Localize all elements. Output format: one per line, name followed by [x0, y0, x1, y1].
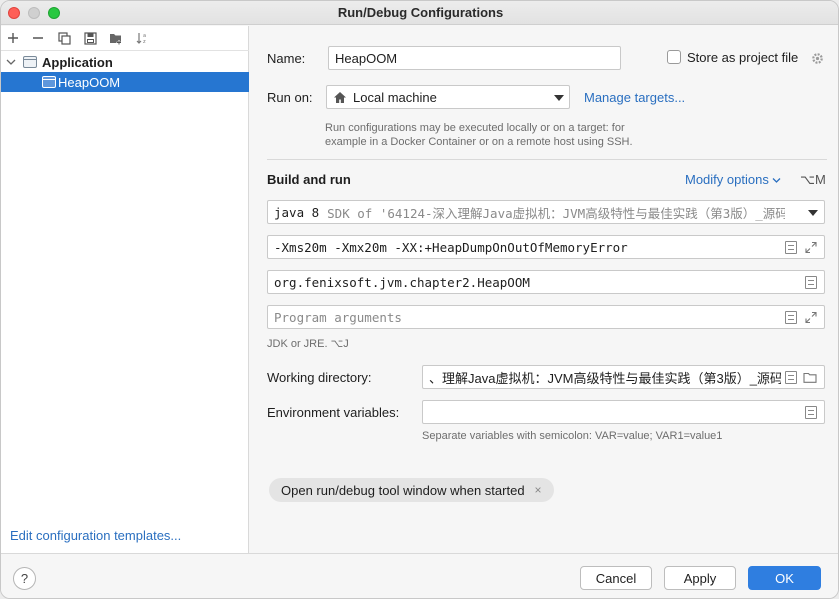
program-arguments-input[interactable]: Program arguments: [267, 305, 825, 329]
tree-node-label: Application: [42, 54, 113, 70]
open-tool-window-option-chip[interactable]: Open run/debug tool window when started …: [269, 478, 554, 502]
document-icon[interactable]: [785, 241, 797, 254]
configuration-form: Name: HeapOOM Store as project file Run …: [250, 26, 838, 553]
chevron-down-icon[interactable]: [6, 57, 16, 67]
program-arguments-placeholder: Program arguments: [274, 309, 402, 325]
vm-options-value: -Xms20m -Xmx20m -XX:+HeapDumpOnOutOfMemo…: [274, 239, 628, 255]
cancel-button[interactable]: Cancel: [580, 566, 652, 590]
chevron-down-icon: [808, 210, 818, 216]
gear-icon[interactable]: [811, 52, 824, 65]
name-label: Name:: [267, 51, 306, 66]
new-folder-icon[interactable]: [107, 29, 125, 47]
chevron-down-icon: [554, 95, 564, 101]
apply-button[interactable]: Apply: [664, 566, 736, 590]
run-on-select[interactable]: Local machine: [326, 85, 570, 109]
name-input[interactable]: HeapOOM: [328, 46, 621, 70]
run-on-hint-line: example in a Docker Container or on a re…: [325, 136, 633, 148]
jdk-hint: JDK or JRE. ⌥J: [267, 338, 349, 350]
manage-targets-link[interactable]: Manage targets...: [584, 90, 685, 105]
sidebar-toolbar: az: [1, 26, 249, 51]
remove-icon[interactable]: [29, 29, 47, 47]
vm-options-input[interactable]: -Xms20m -Xmx20m -XX:+HeapDumpOnOutOfMemo…: [267, 235, 825, 259]
title-bar: Run/Debug Configurations: [1, 1, 838, 25]
save-icon[interactable]: [81, 29, 99, 47]
modify-options-label: Modify options: [685, 172, 769, 187]
working-directory-input[interactable]: 、理解Java虚拟机：JVM高级特性与最佳实践（第3版）_源码: [422, 365, 825, 389]
help-button[interactable]: ?: [13, 567, 36, 590]
chevron-down-icon: [772, 178, 781, 183]
copy-icon[interactable]: [55, 29, 73, 47]
document-icon[interactable]: [805, 276, 817, 289]
document-icon[interactable]: [805, 406, 817, 419]
modify-options-link[interactable]: Modify options: [685, 172, 781, 187]
main-class-input[interactable]: org.fenixsoft.jvm.chapter2.HeapOOM: [267, 270, 825, 294]
section-divider: [267, 159, 827, 160]
store-as-project-file-label: Store as project file: [687, 50, 799, 65]
working-directory-value: 、理解Java虚拟机：JVM高级特性与最佳实践（第3版）_源码: [429, 370, 781, 386]
home-icon: [334, 91, 346, 103]
environment-variables-input[interactable]: [422, 400, 825, 424]
expand-icon[interactable]: [805, 241, 817, 254]
window-title: Run/Debug Configurations: [337, 5, 504, 20]
main-class-value: org.fenixsoft.jvm.chapter2.HeapOOM: [274, 274, 530, 290]
run-on-hint: Run configurations may be executed local…: [325, 121, 633, 149]
environment-variables-label: Environment variables:: [267, 405, 400, 420]
ok-button[interactable]: OK: [748, 566, 821, 590]
jdk-detail: SDK of '64124-深入理解Java虚拟机：JVM高级特性与最佳实践（第…: [327, 205, 786, 221]
expand-icon[interactable]: [805, 311, 817, 324]
build-and-run-title: Build and run: [267, 172, 351, 187]
name-value: HeapOOM: [335, 50, 398, 66]
edit-configuration-templates-link[interactable]: Edit configuration templates...: [10, 528, 181, 543]
application-config-icon: [23, 56, 37, 68]
modify-options-shortcut: ⌥M: [800, 172, 826, 187]
store-as-project-file-checkbox[interactable]: [667, 50, 681, 64]
tree-node-label: HeapOOM: [58, 74, 121, 90]
document-icon[interactable]: [785, 371, 797, 384]
run-on-value: Local machine: [353, 89, 437, 105]
folder-icon[interactable]: [803, 371, 818, 384]
working-directory-label: Working directory:: [267, 370, 372, 385]
dialog-footer: ? Cancel Apply OK: [1, 553, 838, 598]
environment-variables-hint: Separate variables with semicolon: VAR=v…: [422, 430, 723, 442]
add-icon[interactable]: [4, 29, 22, 47]
sort-icon[interactable]: az: [133, 29, 151, 47]
chip-label: Open run/debug tool window when started: [281, 482, 525, 498]
run-on-label: Run on:: [267, 90, 313, 105]
jdk-value: java 8: [274, 204, 320, 220]
run-debug-configurations-dialog: Run/Debug Configurations az Application …: [0, 0, 839, 599]
tree-node-application[interactable]: Application: [1, 52, 249, 72]
jdk-select[interactable]: java 8 SDK of '64124-深入理解Java虚拟机：JVM高级特性…: [267, 200, 825, 224]
document-icon[interactable]: [785, 311, 797, 324]
run-on-hint-line: Run configurations may be executed local…: [325, 122, 625, 134]
close-icon[interactable]: ×: [535, 483, 542, 497]
tree-node-heapoom[interactable]: HeapOOM: [1, 72, 249, 92]
configurations-sidebar: az Application HeapOOM Edit configuratio…: [1, 26, 249, 553]
svg-text:z: z: [143, 39, 146, 45]
application-config-icon: [42, 76, 56, 88]
